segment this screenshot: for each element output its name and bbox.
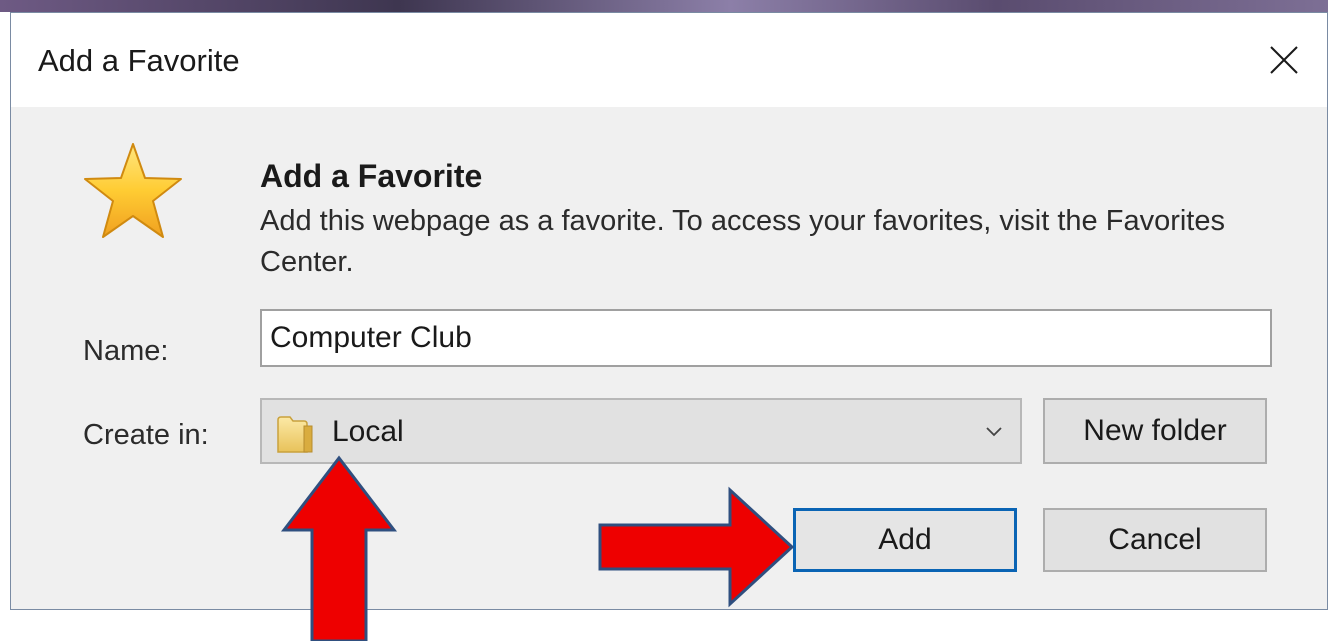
close-button[interactable] [1241, 13, 1327, 107]
add-button[interactable]: Add [793, 508, 1017, 572]
name-input[interactable] [260, 309, 1272, 367]
cancel-button[interactable]: Cancel [1043, 508, 1267, 572]
create-in-dropdown[interactable]: Local [260, 398, 1022, 464]
star-icon [84, 143, 182, 238]
dialog-description: Add this webpage as a favorite. To acces… [260, 205, 1225, 278]
desktop-background [0, 0, 1328, 12]
new-folder-button[interactable]: New folder [1043, 398, 1267, 464]
dialog-heading: Add a Favorite [260, 158, 483, 194]
add-favorite-dialog: Add a Favorite Add a Favorite Add this w… [10, 12, 1328, 610]
close-icon [1270, 46, 1298, 74]
name-label: Name: [83, 335, 169, 367]
create-in-value: Local [332, 415, 404, 448]
chevron-down-icon [986, 427, 1002, 437]
title-bar[interactable]: Add a Favorite [11, 13, 1327, 107]
folder-icon [277, 416, 313, 453]
window-title: Add a Favorite [38, 43, 240, 78]
create-in-label: Create in: [83, 419, 209, 451]
